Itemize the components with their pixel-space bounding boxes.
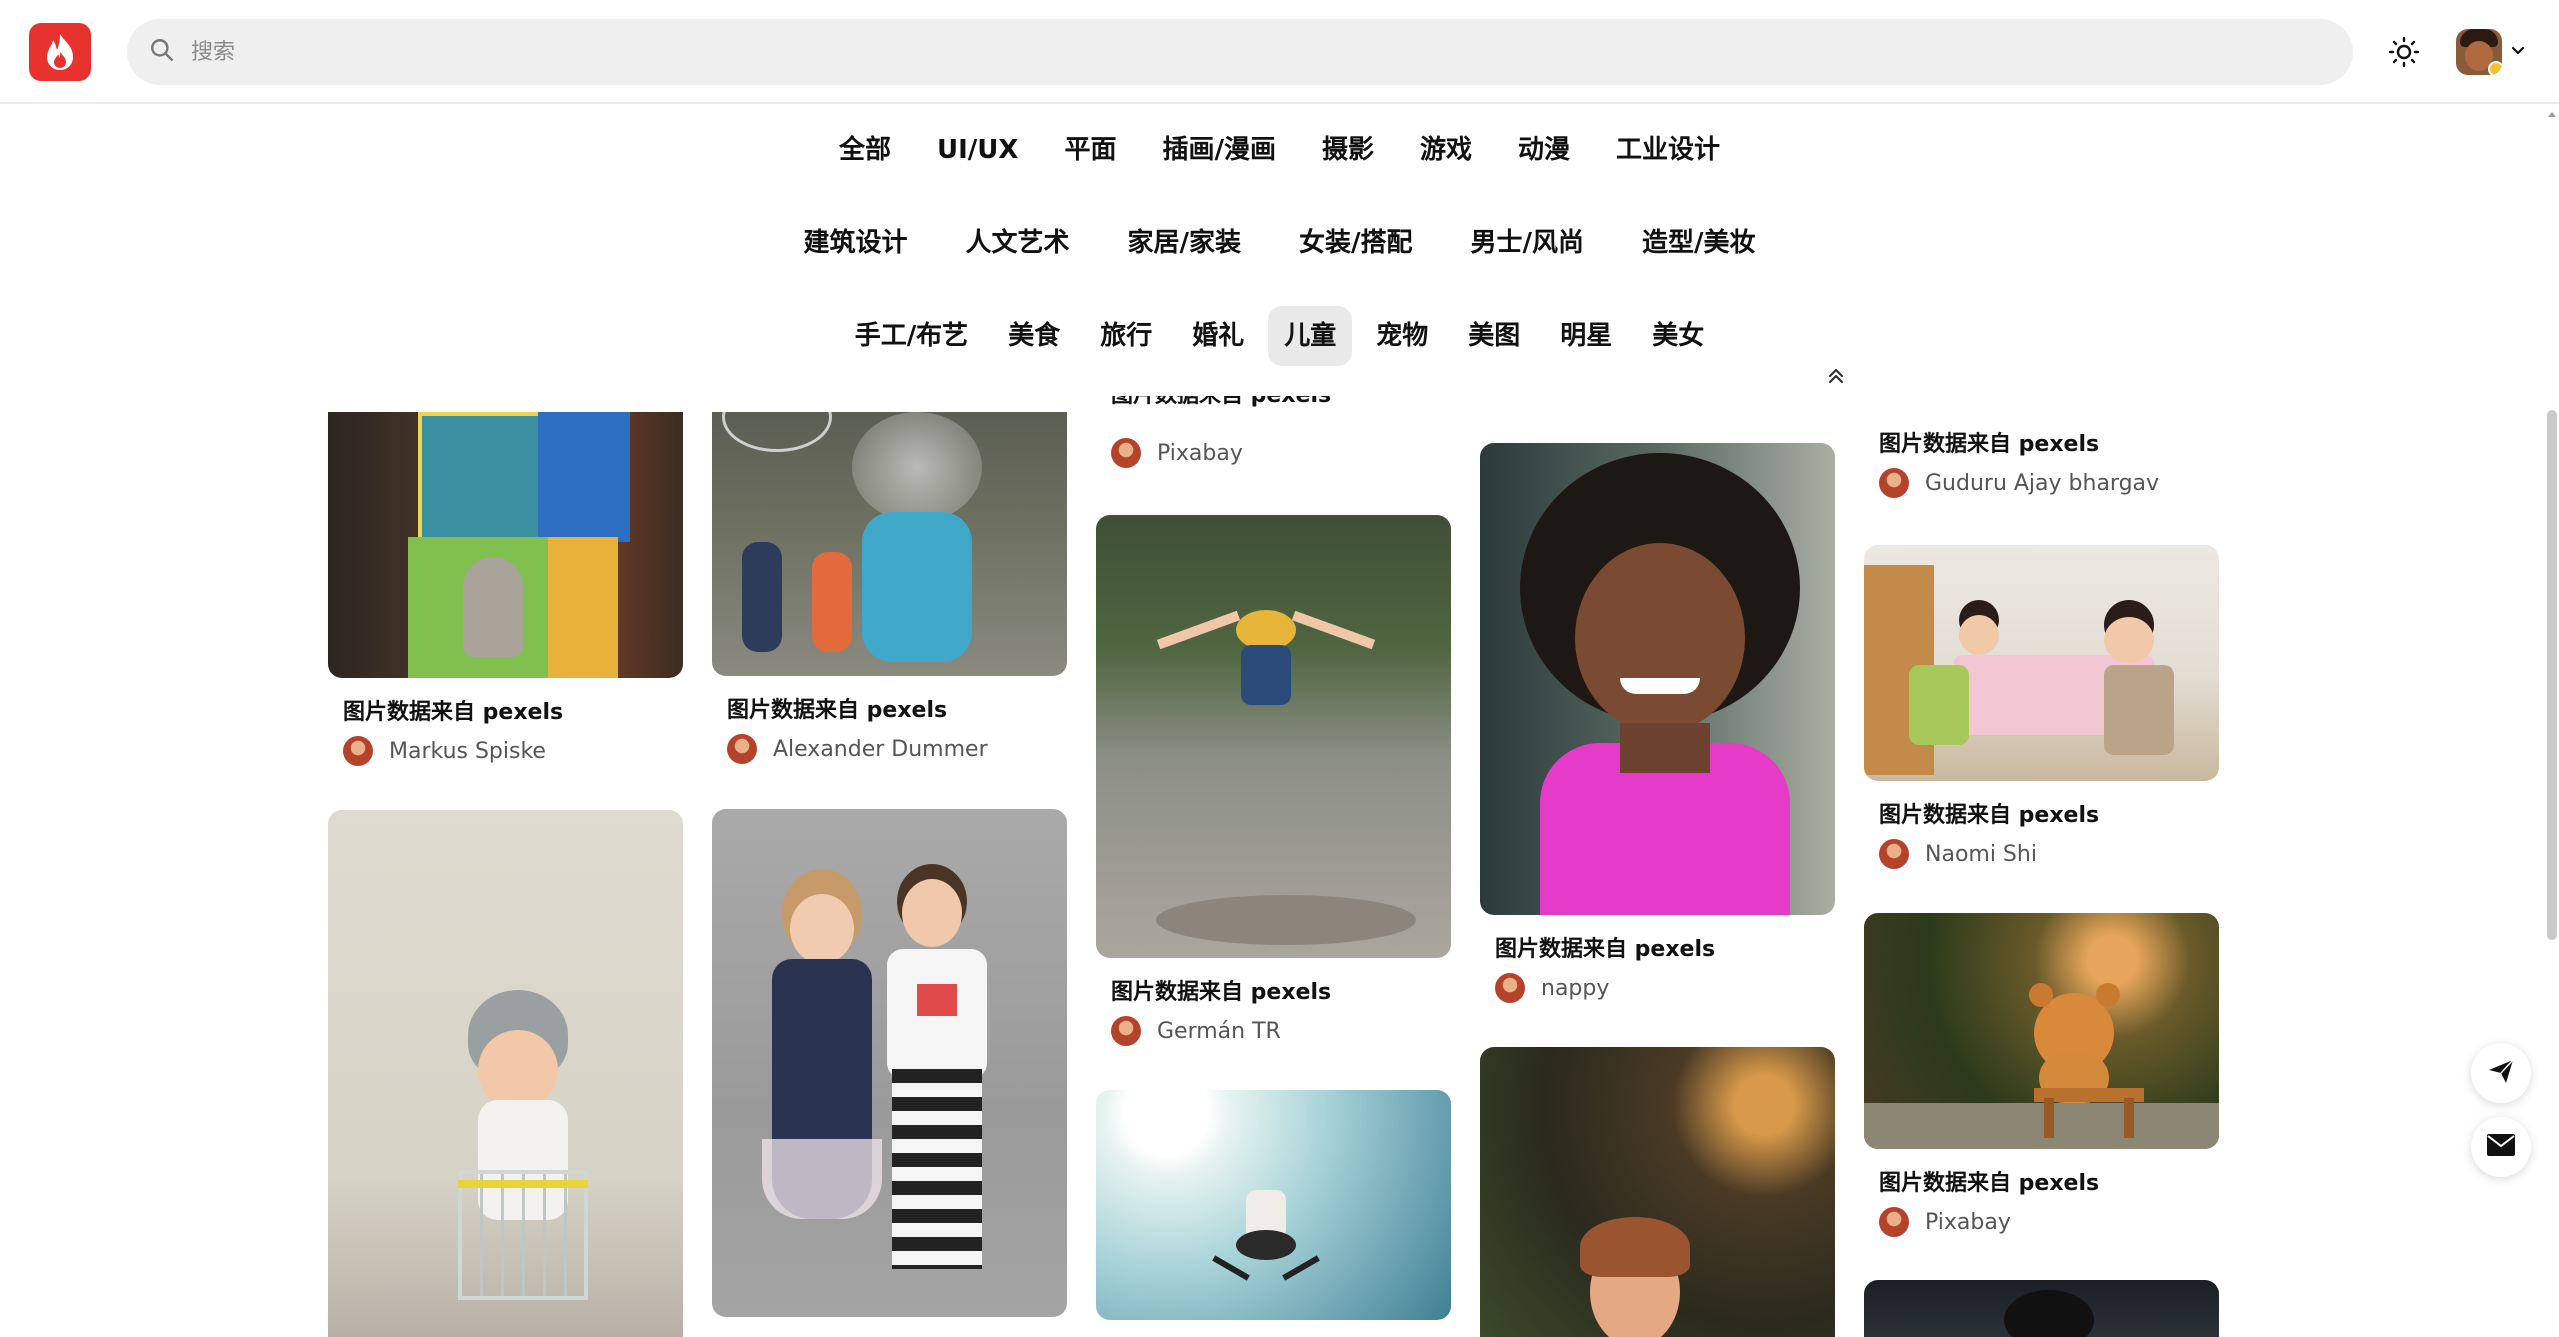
card-author[interactable]: Markus Spiske bbox=[343, 736, 683, 766]
author-name: Pixabay bbox=[1925, 1209, 2011, 1235]
card-author[interactable]: Pixabay bbox=[1879, 1207, 2219, 1237]
card-caption: 图片数据来自 pexels bbox=[1879, 1171, 2100, 1196]
user-menu[interactable] bbox=[2456, 26, 2526, 78]
image-card[interactable] bbox=[1096, 1090, 1451, 1320]
chevron-down-icon[interactable] bbox=[2510, 42, 2526, 62]
author-avatar bbox=[1495, 973, 1525, 1003]
flame-logo-icon[interactable] bbox=[29, 23, 91, 81]
category-tab[interactable]: UI/UX bbox=[921, 120, 1034, 180]
card-caption: 图片数据来自 pexels bbox=[1111, 980, 1332, 1005]
author-avatar bbox=[1879, 839, 1909, 869]
card-author[interactable]: Alexander Dummer bbox=[727, 734, 1067, 764]
card-caption: 图片数据来自 pexels bbox=[1495, 937, 1716, 962]
card-image[interactable] bbox=[712, 809, 1067, 1317]
author-name: Naomi Shi bbox=[1925, 841, 2037, 867]
category-tab[interactable]: 全部 bbox=[823, 120, 907, 180]
sun-icon[interactable] bbox=[2385, 33, 2423, 71]
send-button[interactable] bbox=[2471, 1043, 2531, 1103]
category-tab[interactable]: 男士/风尚 bbox=[1455, 213, 1601, 273]
image-card[interactable] bbox=[1480, 1047, 1835, 1337]
card-image[interactable] bbox=[328, 810, 683, 1337]
top-header bbox=[0, 0, 2559, 104]
card-image[interactable] bbox=[1480, 443, 1835, 915]
author-avatar bbox=[343, 736, 373, 766]
author-name: Germán TR bbox=[1157, 1018, 1281, 1044]
card-author[interactable]: Naomi Shi bbox=[1879, 839, 2219, 869]
author-avatar bbox=[1879, 1207, 1909, 1237]
card-caption: 图片数据来自 pexels bbox=[1111, 396, 1451, 410]
category-tab[interactable]: 旅行 bbox=[1084, 306, 1168, 366]
category-row-2: 建筑设计 人文艺术 家居/家装 女装/搭配 男士/风尚 造型/美妆 bbox=[0, 213, 2559, 273]
scrollbar-thumb[interactable] bbox=[2547, 410, 2557, 940]
card-author[interactable]: Guduru Ajay bhargav bbox=[1879, 468, 2219, 498]
author-name: Guduru Ajay bhargav bbox=[1925, 470, 2160, 496]
image-card[interactable] bbox=[1864, 1280, 2219, 1337]
category-tab[interactable]: 游戏 bbox=[1404, 120, 1488, 180]
category-tab[interactable]: 美图 bbox=[1452, 306, 1536, 366]
image-card[interactable]: 图片数据来自 pexels Guduru Ajay bhargav bbox=[1864, 412, 2219, 498]
author-name: Alexander Dummer bbox=[773, 736, 988, 762]
category-tab[interactable]: 人文艺术 bbox=[950, 213, 1086, 273]
category-tab-active[interactable]: 儿童 bbox=[1268, 306, 1353, 366]
author-avatar bbox=[1111, 438, 1141, 468]
card-image[interactable] bbox=[1864, 913, 2219, 1149]
category-tab[interactable]: 手工/布艺 bbox=[839, 306, 985, 366]
image-card[interactable]: 图片数据来自 pexels Naomi Shi bbox=[1864, 545, 2219, 869]
category-row-3: 手工/布艺 美食 旅行 婚礼 儿童 宠物 美图 明星 美女 bbox=[0, 306, 2559, 366]
category-tab[interactable]: 动漫 bbox=[1502, 120, 1586, 180]
category-tab[interactable]: 美女 bbox=[1636, 306, 1720, 366]
search-bar[interactable] bbox=[127, 19, 2353, 85]
category-tab[interactable]: 插画/漫画 bbox=[1146, 120, 1292, 180]
card-image[interactable] bbox=[712, 412, 1067, 676]
card-image[interactable] bbox=[1864, 545, 2219, 781]
author-avatar bbox=[1879, 468, 1909, 498]
card-caption: 图片数据来自 pexels bbox=[343, 700, 564, 725]
paper-plane-icon bbox=[2486, 1056, 2516, 1090]
category-tab[interactable]: 造型/美妆 bbox=[1626, 213, 1772, 273]
card-caption: 图片数据来自 pexels bbox=[727, 698, 948, 723]
card-image[interactable] bbox=[1864, 1280, 2219, 1337]
author-name: Pixabay bbox=[1157, 440, 1243, 466]
card-author[interactable]: nappy bbox=[1495, 973, 1835, 1003]
category-tab[interactable]: 建筑设计 bbox=[787, 213, 923, 273]
image-card[interactable] bbox=[712, 809, 1067, 1317]
search-icon bbox=[149, 37, 175, 67]
envelope-icon bbox=[2486, 1133, 2516, 1161]
image-card[interactable]: 图片数据来自 pexels Pixabay bbox=[1096, 396, 1451, 468]
card-image[interactable] bbox=[328, 412, 683, 678]
author-name: nappy bbox=[1541, 975, 1610, 1001]
author-avatar bbox=[1111, 1016, 1141, 1046]
avatar[interactable] bbox=[2456, 29, 2502, 75]
image-card[interactable]: 图片数据来自 pexels Pixabay bbox=[1864, 913, 2219, 1237]
image-card[interactable] bbox=[328, 810, 683, 1337]
category-tab[interactable]: 平面 bbox=[1048, 120, 1132, 180]
card-caption: 图片数据来自 pexels bbox=[1879, 803, 2100, 828]
category-tab[interactable]: 婚礼 bbox=[1176, 306, 1260, 366]
search-input[interactable] bbox=[191, 39, 2091, 65]
image-card[interactable]: 图片数据来自 pexels nappy bbox=[1480, 443, 1835, 1003]
category-tab[interactable]: 美食 bbox=[992, 306, 1076, 366]
scrollbar-up-arrow-icon[interactable] bbox=[2545, 106, 2559, 120]
category-tab[interactable]: 家居/家装 bbox=[1112, 213, 1258, 273]
category-tab[interactable]: 宠物 bbox=[1360, 306, 1444, 366]
category-tab[interactable]: 明星 bbox=[1544, 306, 1628, 366]
image-card[interactable]: 图片数据来自 pexels Markus Spiske bbox=[328, 412, 683, 766]
card-author[interactable]: Germán TR bbox=[1111, 1016, 1451, 1046]
image-card[interactable]: 图片数据来自 pexels Germán TR bbox=[1096, 515, 1451, 1046]
image-card[interactable]: 图片数据来自 pexels Alexander Dummer bbox=[712, 412, 1067, 764]
author-name: Markus Spiske bbox=[389, 738, 546, 764]
chevrons-up-icon[interactable] bbox=[1822, 362, 1850, 390]
card-author[interactable]: Pixabay bbox=[1111, 438, 1451, 468]
category-tab[interactable]: 摄影 bbox=[1306, 120, 1390, 180]
card-image[interactable] bbox=[1096, 1090, 1451, 1320]
author-avatar bbox=[727, 734, 757, 764]
card-caption: 图片数据来自 pexels bbox=[1879, 432, 2100, 457]
category-tab[interactable]: 工业设计 bbox=[1600, 120, 1736, 180]
mail-button[interactable] bbox=[2471, 1117, 2531, 1177]
category-row-1: 全部 UI/UX 平面 插画/漫画 摄影 游戏 动漫 工业设计 bbox=[0, 120, 2559, 180]
card-image[interactable] bbox=[1480, 1047, 1835, 1337]
category-tab[interactable]: 女装/搭配 bbox=[1283, 213, 1429, 273]
card-image[interactable] bbox=[1096, 515, 1451, 958]
